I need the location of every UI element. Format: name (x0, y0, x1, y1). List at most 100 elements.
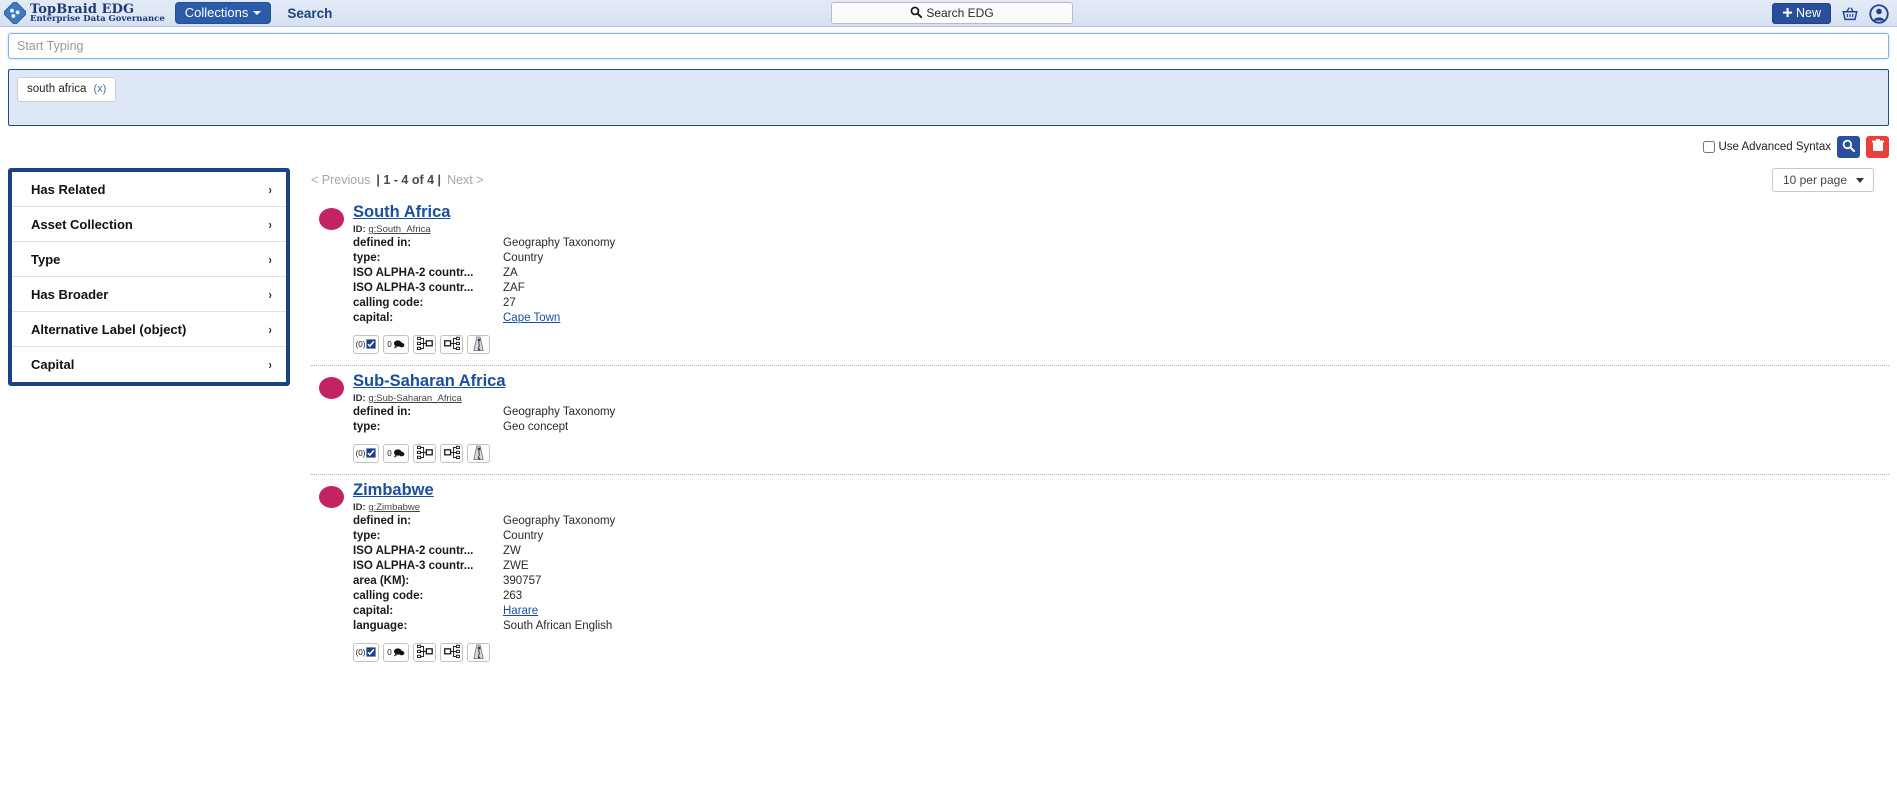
new-button[interactable]: New (1772, 3, 1831, 25)
property-value-text: Geography Taxonomy (503, 406, 615, 418)
result-title-link[interactable]: Sub-Saharan Africa (353, 372, 506, 391)
result-type-marker-icon (319, 377, 344, 399)
property-key: type: (353, 421, 503, 436)
run-search-button[interactable] (1837, 136, 1860, 158)
remove-term-button[interactable]: (x) (93, 83, 106, 95)
hierarchy-down-action[interactable] (413, 444, 436, 463)
property-value: 27 (503, 297, 615, 312)
tasks-action[interactable]: (0) (353, 643, 379, 662)
facet-label: Has Broader (31, 287, 108, 302)
result-id-link[interactable]: g:Sub-Saharan_Africa (368, 393, 461, 404)
property-key: capital: (353, 605, 503, 620)
comments-action[interactable]: 0 (383, 643, 409, 662)
result-id-link[interactable]: g:South_Africa (368, 224, 430, 235)
property-value: Cape Town (503, 312, 615, 327)
property-value: Geo concept (503, 421, 615, 436)
property-value-link[interactable]: Harare (503, 605, 538, 617)
property-key: ISO ALPHA-3 countr... (353, 560, 503, 575)
property-value-text: ZAF (503, 282, 525, 294)
search-terms-panel: south africa (x) (8, 69, 1889, 126)
user-avatar-icon[interactable] (1869, 4, 1889, 24)
search-icon (910, 6, 922, 21)
property-row: capital:Harare (353, 605, 615, 620)
result-card: Sub-Saharan Africa ID: g:Sub-Saharan_Afri… (311, 366, 1889, 475)
advanced-syntax-label: Use Advanced Syntax (1718, 141, 1831, 153)
facet-has-related[interactable]: Has Related › (12, 172, 286, 207)
property-key: ISO ALPHA-3 countr... (353, 282, 503, 297)
collections-menu-button[interactable]: Collections (175, 2, 272, 24)
property-row: ISO ALPHA-3 countr...ZAF (353, 282, 615, 297)
comment-bubble-icon (393, 339, 405, 351)
property-row: defined in:Geography Taxonomy (353, 237, 615, 252)
result-title-link[interactable]: Zimbabwe (353, 481, 434, 500)
property-row: defined in:Geography Taxonomy (353, 406, 615, 421)
search-field-container (0, 27, 1897, 59)
global-search-button[interactable]: Search EDG (831, 2, 1073, 24)
workflow-action[interactable] (467, 643, 490, 662)
result-id: ID: g:South_Africa (353, 224, 1889, 235)
property-key: ISO ALPHA-2 countr... (353, 267, 503, 282)
facet-alternative-label[interactable]: Alternative Label (object) › (12, 312, 286, 347)
tasks-action[interactable]: (0) (353, 335, 379, 354)
result-title-link[interactable]: South Africa (353, 203, 450, 222)
previous-page-button[interactable]: < Previous (311, 173, 370, 187)
app-header: TopBraid EDG Enterprise Data Governance … (0, 0, 1897, 27)
brand-subtitle: Enterprise Data Governance (30, 15, 165, 24)
action-count: 0 (387, 449, 391, 458)
results-column: < Previous | 1 - 4 of 4 | Next > 10 per … (290, 163, 1889, 673)
property-row: calling code:27 (353, 297, 615, 312)
advanced-syntax-checkbox[interactable] (1703, 141, 1715, 153)
hierarchy-right-action[interactable] (440, 643, 463, 662)
result-id-prefix: ID: (353, 393, 366, 404)
pagination-row: < Previous | 1 - 4 of 4 | Next > 10 per … (311, 163, 1889, 197)
facet-capital[interactable]: Capital › (12, 347, 286, 382)
result-id-prefix: ID: (353, 502, 366, 513)
advanced-syntax-toggle[interactable]: Use Advanced Syntax (1703, 141, 1831, 153)
property-value-link[interactable]: Cape Town (503, 312, 560, 324)
property-value: Geography Taxonomy (503, 515, 615, 530)
chevron-down-icon (253, 11, 261, 15)
workflow-action[interactable] (467, 335, 490, 354)
plus-icon (1782, 7, 1793, 21)
chevron-right-icon: › (268, 252, 271, 267)
property-value-text: 390757 (503, 575, 541, 587)
result-properties: defined in:Geography Taxonomytype:Geo co… (353, 406, 615, 436)
facet-has-broader[interactable]: Has Broader › (12, 277, 286, 312)
property-key: type: (353, 530, 503, 545)
hierarchy-down-action[interactable] (413, 335, 436, 354)
basket-icon[interactable] (1841, 5, 1859, 23)
hierarchy-down-action[interactable] (413, 643, 436, 662)
search-term-chip[interactable]: south africa (x) (17, 77, 116, 102)
result-actions: (0) 0 (353, 335, 1889, 354)
clear-search-button[interactable] (1866, 136, 1889, 158)
property-value-text: Country (503, 252, 543, 264)
comments-action[interactable]: 0 (383, 444, 409, 463)
result-id-link[interactable]: g:Zimbabwe (368, 502, 420, 513)
tasks-action[interactable]: (0) (353, 444, 379, 463)
hierarchy-right-action[interactable] (440, 444, 463, 463)
search-input[interactable] (8, 33, 1889, 59)
action-count: 0 (387, 648, 391, 657)
comments-action[interactable]: 0 (383, 335, 409, 354)
property-row: defined in:Geography Taxonomy (353, 515, 615, 530)
property-key: defined in: (353, 237, 503, 252)
page-body: Has Related › Asset Collection › Type › … (0, 158, 1897, 673)
workflow-action[interactable] (467, 444, 490, 463)
pagination: < Previous | 1 - 4 of 4 | Next > (311, 173, 484, 187)
facet-type[interactable]: Type › (12, 242, 286, 277)
property-value: Geography Taxonomy (503, 237, 615, 252)
next-page-button[interactable]: Next > (447, 173, 483, 187)
brand: TopBraid EDG Enterprise Data Governance (4, 2, 165, 24)
brand-text: TopBraid EDG Enterprise Data Governance (30, 2, 165, 24)
property-key: calling code: (353, 590, 503, 605)
nav-item-search[interactable]: Search (287, 6, 332, 21)
property-row: type:Geo concept (353, 421, 615, 436)
result-type-marker-icon (319, 486, 344, 508)
action-count: (0) (356, 449, 366, 458)
facet-asset-collection[interactable]: Asset Collection › (12, 207, 286, 242)
property-value: Harare (503, 605, 615, 620)
chevron-right-icon: › (268, 357, 271, 372)
per-page-select[interactable]: 10 per page (1772, 168, 1874, 192)
action-count: 0 (387, 340, 391, 349)
hierarchy-right-action[interactable] (440, 335, 463, 354)
